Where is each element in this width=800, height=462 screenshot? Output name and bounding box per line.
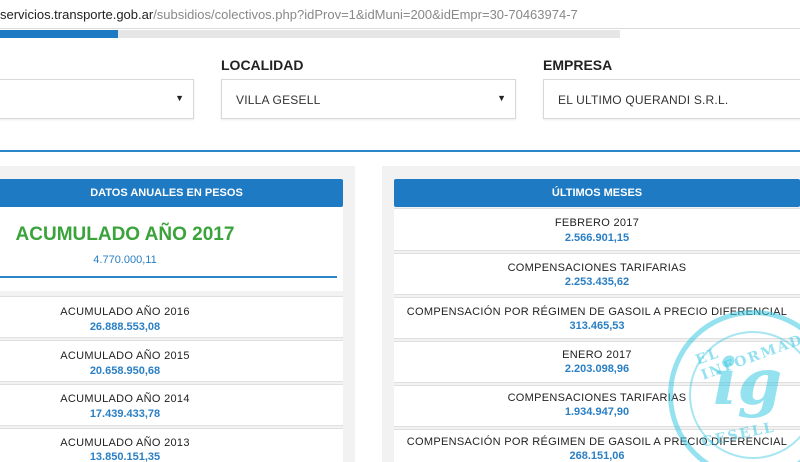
- url-text[interactable]: servicios.transporte.gob.ar/subsidios/co…: [0, 7, 578, 22]
- provincia-select[interactable]: ▼: [0, 79, 194, 119]
- page-progress-bar: [0, 30, 620, 38]
- localidad-label: LOCALIDAD: [221, 57, 304, 73]
- list-item: ACUMULADO AÑO 2015 20.658.950,68: [0, 340, 343, 382]
- row-label: FEBRERO 2017: [554, 217, 640, 229]
- row-label: ACUMULADO AÑO 2014: [60, 393, 190, 405]
- list-item: FEBRERO 2017 2.566.901,15: [394, 208, 800, 251]
- empresa-select[interactable]: EL ULTIMO QUERANDI S.R.L.: [543, 79, 800, 119]
- row-label: ACUMULADO AÑO 2013: [60, 437, 190, 449]
- list-item: COMPENSACIONES TARIFARIAS 2.253.435,62: [394, 253, 800, 295]
- ultimos-meses-header: ÚLTIMOS MESES: [394, 179, 800, 207]
- page-progress-fill: [0, 30, 118, 38]
- row-value: 2.566.901,15: [564, 232, 630, 244]
- datos-anuales-header: DATOS ANUALES EN PESOS: [0, 179, 343, 207]
- chevron-down-icon: ▼: [497, 93, 506, 103]
- url-host: servicios.transporte.gob.ar: [0, 7, 154, 22]
- accumulated-underline: [0, 276, 337, 278]
- address-bar[interactable]: servicios.transporte.gob.ar/subsidios/co…: [0, 0, 800, 29]
- localidad-select[interactable]: VILLA GESELL ▼: [221, 79, 516, 119]
- accumulated-title: ACUMULADO AÑO 2017: [15, 224, 235, 245]
- row-value: 13.850.151,35: [89, 451, 161, 462]
- row-label: COMPENSACIONES TARIFARIAS: [507, 262, 687, 274]
- row-value: 17.439.433,78: [89, 408, 161, 420]
- url-path: /subsidios/colectivos.php?idProv=1&idMun…: [153, 7, 578, 22]
- row-value: 20.658.950,68: [89, 365, 161, 377]
- list-item: ACUMULADO AÑO 2013 13.850.151,35: [0, 428, 343, 462]
- row-label: ACUMULADO AÑO 2015: [60, 350, 190, 362]
- row-value: 26.888.553,08: [89, 321, 161, 333]
- list-item: ACUMULADO AÑO 2014 17.439.433,78: [0, 384, 343, 426]
- row-label: ACUMULADO AÑO 2016: [60, 306, 190, 318]
- empresa-label: EMPRESA: [543, 57, 613, 73]
- accumulated-value: 4.770.000,11: [93, 254, 157, 266]
- list-item: ACUMULADO AÑO 2016 26.888.553,08: [0, 296, 343, 338]
- accumulated-card: [0, 207, 343, 291]
- row-value: 2.253.435,62: [564, 276, 630, 288]
- empresa-select-value: EL ULTIMO QUERANDI S.R.L.: [558, 93, 729, 107]
- localidad-select-value: VILLA GESELL: [236, 93, 321, 107]
- section-divider: [0, 150, 800, 152]
- chevron-down-icon: ▼: [175, 93, 184, 103]
